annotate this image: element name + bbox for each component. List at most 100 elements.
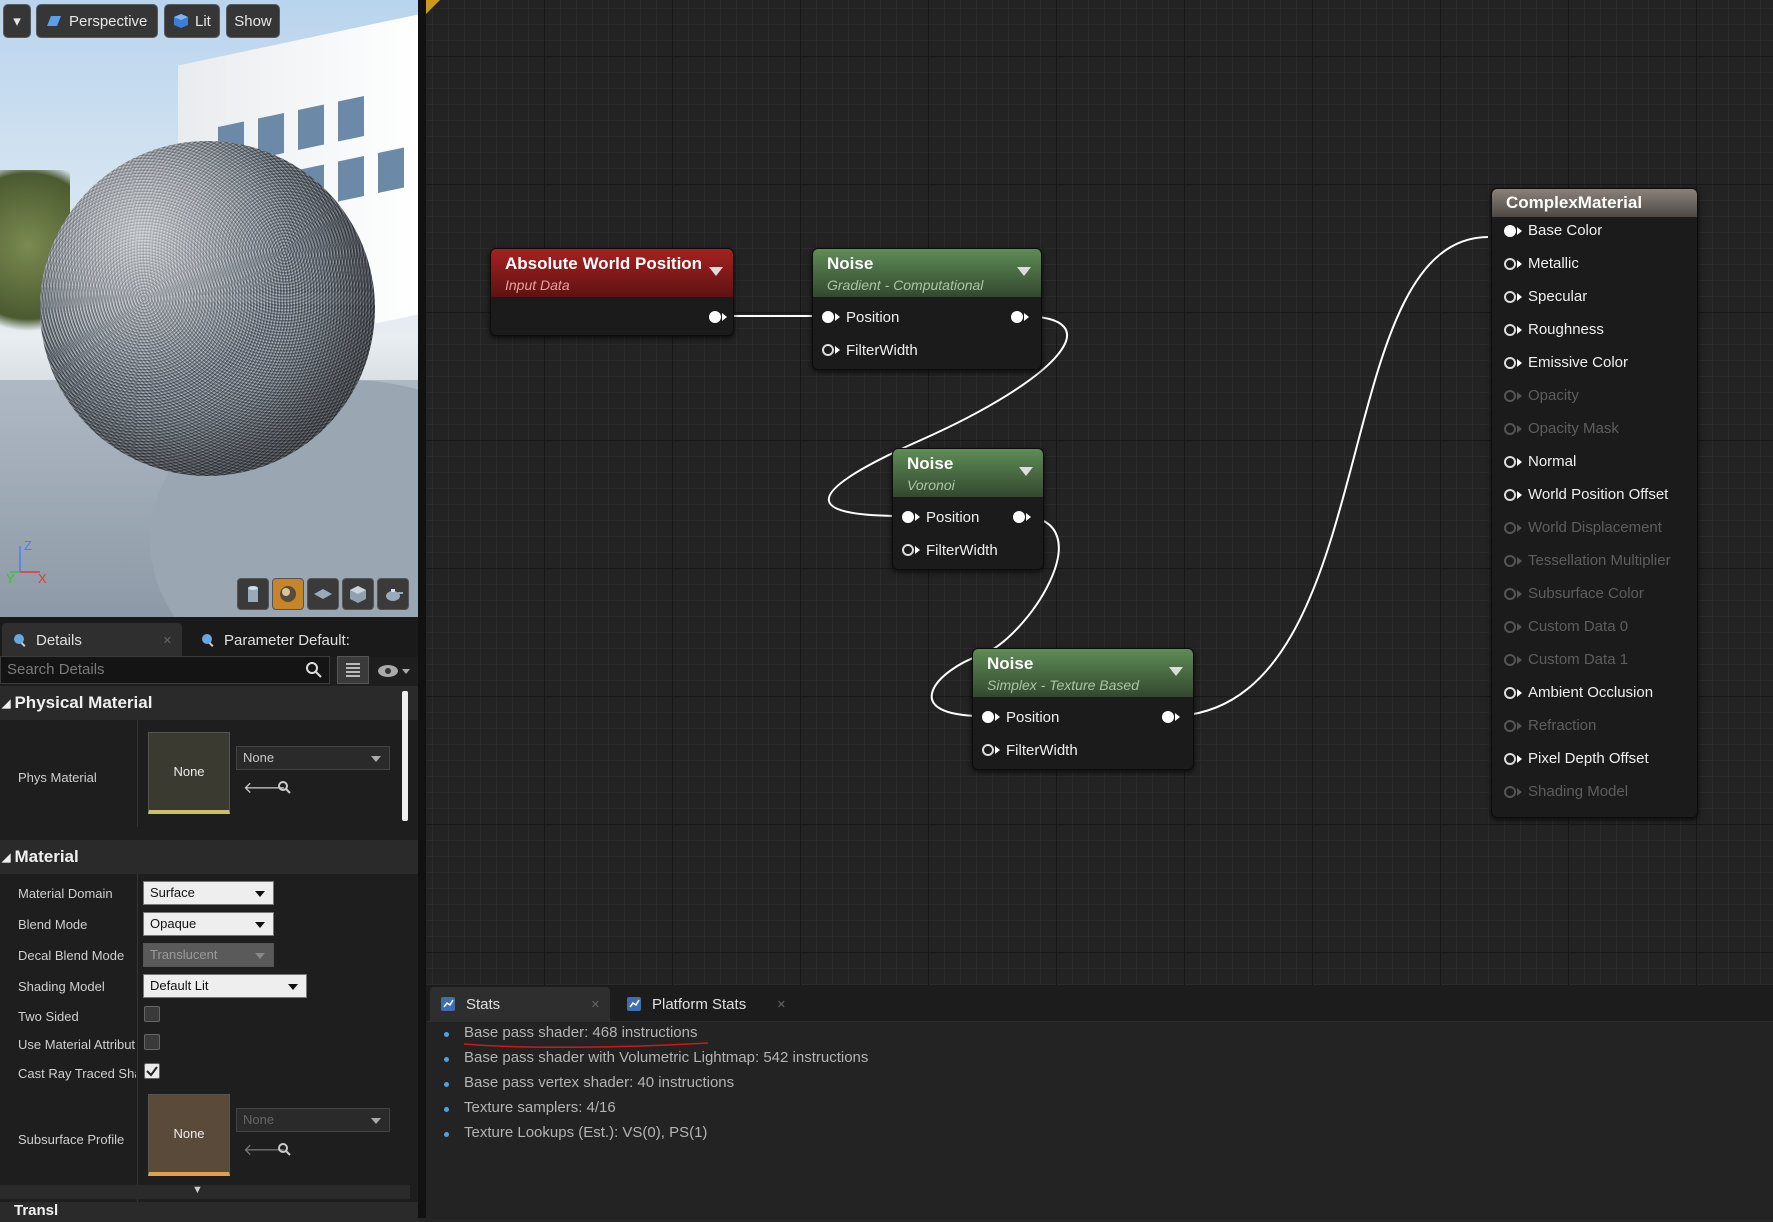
sphere-icon <box>280 586 296 602</box>
close-tab-icon[interactable]: ✕ <box>591 998 600 1011</box>
pin-arrow-icon <box>915 513 920 521</box>
tab-details[interactable]: Details ✕ <box>2 623 182 657</box>
collapse-arrow-icon[interactable] <box>1169 667 1183 676</box>
tab-platform-stats-label: Platform Stats <box>652 995 747 1013</box>
lit-cube-icon <box>174 14 188 28</box>
perspective-button[interactable]: Perspective <box>36 4 158 38</box>
preview-cylinder-button[interactable] <box>237 578 269 610</box>
pin-arrow-icon <box>995 746 1000 754</box>
position-input-pin[interactable] <box>902 511 914 523</box>
shading-model-combo[interactable]: Default Lit <box>143 974 307 998</box>
tab-parameter-defaults-label: Parameter Default: <box>224 631 350 649</box>
node-title: Absolute World Position <box>505 254 703 273</box>
material-category[interactable]: ◢ Material <box>0 840 418 874</box>
panel-splitter[interactable] <box>418 0 426 1218</box>
result-pin-label: Shading Model <box>1528 783 1629 800</box>
search-icon <box>306 662 322 678</box>
two-sided-checkbox[interactable] <box>144 1006 160 1022</box>
filterwidth-input-pin[interactable] <box>822 344 834 356</box>
use-material-attributes-label: Use Material Attribut <box>18 1037 136 1052</box>
view-options-grid-button[interactable] <box>337 656 369 684</box>
result-input-pin[interactable] <box>1504 753 1516 765</box>
noise-voronoi-node[interactable]: Noise Voronoi Position FilterWidth <box>892 448 1044 570</box>
physical-material-category[interactable]: ◢ Physical Material <box>0 686 418 720</box>
result-input-pin[interactable] <box>1504 324 1516 336</box>
lit-button[interactable]: Lit <box>164 4 220 38</box>
blend-mode-label: Blend Mode <box>18 917 88 932</box>
pin-arrow-icon <box>835 313 840 321</box>
result-input-pin[interactable] <box>1504 225 1516 237</box>
filterwidth-input-pin[interactable] <box>982 744 994 756</box>
translucency-category[interactable]: Transl <box>0 1202 418 1222</box>
result-input-pin[interactable] <box>1504 291 1516 303</box>
preview-teapot-button[interactable] <box>377 578 409 610</box>
result-pin-label: Subsurface Color <box>1528 585 1644 602</box>
close-tab-icon[interactable]: ✕ <box>163 634 172 647</box>
output-pin[interactable] <box>1162 711 1174 723</box>
tab-platform-stats[interactable]: Platform Stats ✕ <box>616 987 796 1021</box>
close-tab-icon[interactable]: ✕ <box>777 998 786 1011</box>
subsurface-profile-combo: None <box>236 1108 390 1132</box>
tab-parameter-defaults[interactable]: Parameter Default: <box>190 623 370 657</box>
advanced-expander[interactable]: ▼ <box>0 1184 410 1199</box>
material-domain-label: Material Domain <box>18 886 113 901</box>
output-pin[interactable] <box>1011 311 1023 323</box>
result-pin-label: Tessellation Multiplier <box>1528 552 1671 569</box>
stats-line: Base pass shader: 468 instructions <box>464 1024 698 1041</box>
two-sided-label: Two Sided <box>18 1009 79 1024</box>
phys-material-combo[interactable]: None <box>236 746 390 770</box>
subsurface-profile-thumbnail[interactable]: None <box>148 1094 230 1176</box>
result-input-pin[interactable] <box>1504 258 1516 270</box>
decal-blend-mode-value: Translucent <box>150 947 218 962</box>
subsurface-profile-thumb-label: None <box>173 1126 205 1141</box>
result-pin-label: Pixel Depth Offset <box>1528 750 1649 767</box>
pin-arrow-icon <box>1024 313 1029 321</box>
physical-material-header: Physical Material <box>14 693 153 712</box>
phys-material-thumbnail[interactable]: None <box>148 732 230 814</box>
details-tab-strip: Details ✕ Parameter Default: <box>0 617 418 657</box>
result-input-pin <box>1504 786 1516 798</box>
material-domain-combo[interactable]: Surface <box>143 881 274 905</box>
material-graph-canvas[interactable]: Absolute World Position Input Data Noise… <box>426 0 1773 985</box>
search-details-input[interactable]: Search Details <box>0 656 330 684</box>
node-subtitle: Input Data <box>505 277 570 293</box>
collapse-arrow-icon[interactable] <box>1017 267 1031 276</box>
tab-stats[interactable]: Stats ✕ <box>430 987 610 1021</box>
cast-ray-traced-shadows-checkbox[interactable] <box>144 1063 160 1079</box>
result-input-pin[interactable] <box>1504 357 1516 369</box>
details-scrollbar[interactable] <box>402 691 408 821</box>
collapse-arrow-icon[interactable] <box>709 267 723 276</box>
position-input-pin[interactable] <box>822 311 834 323</box>
cast-ray-traced-shadows-label: Cast Ray Traced Sha <box>18 1066 136 1081</box>
viewport-options-button[interactable]: ▾ <box>3 4 31 38</box>
filterwidth-input-pin[interactable] <box>902 544 914 556</box>
preview-plane-button[interactable] <box>307 578 339 610</box>
result-input-pin[interactable] <box>1504 456 1516 468</box>
material-preview-viewport[interactable]: ▾ Perspective Lit Show Z X Y <box>0 0 418 617</box>
plane-icon <box>314 589 332 599</box>
output-pin[interactable] <box>709 311 721 323</box>
use-material-attributes-checkbox[interactable] <box>144 1034 160 1050</box>
result-input-pin <box>1504 522 1516 534</box>
output-pin[interactable] <box>1013 511 1025 523</box>
browse-magnifier-icon[interactable] <box>276 779 292 795</box>
result-input-pin[interactable] <box>1504 489 1516 501</box>
result-pin-label: Ambient Occlusion <box>1528 684 1654 701</box>
collapse-arrow-icon[interactable] <box>1019 467 1033 476</box>
absolute-world-position-node[interactable]: Absolute World Position Input Data <box>490 248 734 336</box>
preview-sphere-button[interactable] <box>272 578 304 610</box>
complex-material-result-node[interactable]: ComplexMaterial Base Color Metallic Specul… <box>1491 188 1698 818</box>
expand-arrow-icon: ▼ <box>192 1184 203 1196</box>
blend-mode-combo[interactable]: Opaque <box>143 912 274 936</box>
stats-icon <box>441 997 455 1011</box>
visibility-filter-button[interactable] <box>374 659 414 683</box>
result-input-pin[interactable] <box>1504 687 1516 699</box>
browse-magnifier-icon[interactable] <box>276 1141 292 1157</box>
show-button[interactable]: Show <box>226 4 280 38</box>
noise-simplex-node[interactable]: Noise Simplex - Texture Based Position F… <box>972 648 1194 770</box>
noise-gradient-node[interactable]: Noise Gradient - Computational Position … <box>812 248 1042 370</box>
position-input-pin[interactable] <box>982 711 994 723</box>
checkmark-icon <box>146 1066 158 1077</box>
preview-cube-button[interactable] <box>342 578 374 610</box>
result-pin-label: Specular <box>1528 288 1588 305</box>
